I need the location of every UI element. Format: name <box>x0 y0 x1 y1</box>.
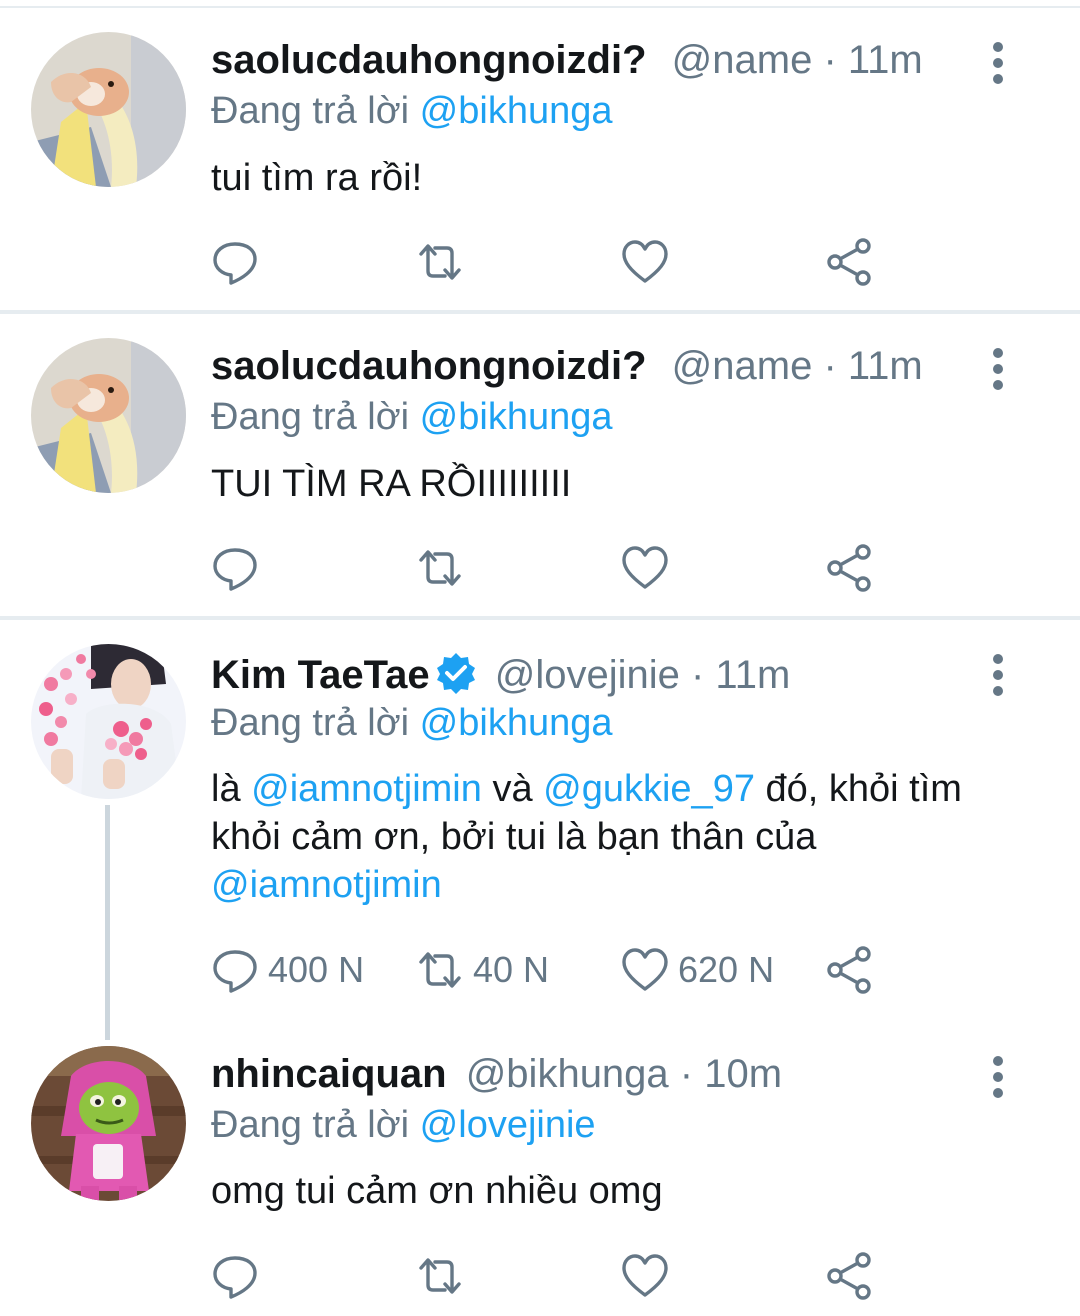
replying-to-line: Đang trả lời @bikhunga <box>211 392 613 442</box>
person-hearts-avatar[interactable] <box>31 644 186 799</box>
hamster-banana-avatar[interactable] <box>31 32 186 187</box>
display-name[interactable]: Kim TaeTae <box>211 653 430 697</box>
reply-icon <box>210 1251 260 1301</box>
share-button[interactable] <box>825 1248 875 1304</box>
like-icon <box>620 237 670 287</box>
user-handle[interactable]: @name <box>672 344 813 388</box>
reply-mention-link[interactable]: @lovejinie <box>420 1104 596 1146</box>
display-name[interactable]: saolucdauhongnoizdi? <box>211 38 647 82</box>
share-icon <box>825 543 875 593</box>
like-button[interactable]: 620 N <box>620 942 774 998</box>
more-options-icon[interactable] <box>986 42 1010 86</box>
timestamp[interactable]: 11m <box>848 38 923 82</box>
like-button[interactable] <box>620 540 670 596</box>
retweet-icon <box>415 1251 465 1301</box>
retweet-button[interactable] <box>415 540 465 596</box>
text-segment: và <box>481 768 544 810</box>
green-frog-pink-hood-avatar[interactable] <box>31 1046 186 1201</box>
replying-prefix: Đang trả lời <box>211 90 410 132</box>
mention-link-iamnotjimin[interactable]: @iamnotjimin <box>251 768 482 810</box>
reply-icon <box>210 543 260 593</box>
tweet-header: Kim TaeTae @lovejinie · 11m <box>211 650 790 700</box>
replying-to-line: Đang trả lời @bikhunga <box>211 698 613 748</box>
action-bar <box>210 234 890 290</box>
replying-to-line: Đang trả lời @bikhunga <box>211 86 613 136</box>
reply-mention-link[interactable]: @bikhunga <box>420 396 613 438</box>
tweet-text: TUI TÌM RA RỒIIIIIIIII <box>211 463 572 505</box>
replying-prefix: Đang trả lời <box>211 1104 410 1146</box>
more-options-icon[interactable] <box>986 1056 1010 1100</box>
like-icon <box>620 1251 670 1301</box>
separator-dot: · <box>679 1052 705 1096</box>
retweet-button[interactable]: 40 N <box>415 942 549 998</box>
tweet-text: omg tui cảm ơn nhiều omg <box>211 1170 663 1212</box>
share-icon <box>825 237 875 287</box>
user-handle[interactable]: @bikhunga <box>466 1052 669 1096</box>
tweet-2[interactable]: saolucdauhongnoizdi? @name · 11m Đang tr… <box>0 314 1080 616</box>
display-name[interactable]: nhincaiquan <box>211 1052 447 1096</box>
retweet-count: 40 N <box>473 949 550 990</box>
action-bar <box>210 1248 890 1304</box>
reply-icon <box>210 237 260 287</box>
action-bar <box>210 540 890 596</box>
like-icon <box>620 543 670 593</box>
share-button[interactable] <box>825 234 875 290</box>
retweet-icon <box>415 543 465 593</box>
replying-prefix: Đang trả lời <box>211 702 410 744</box>
tweet-header: saolucdauhongnoizdi? @name · 11m <box>211 35 923 85</box>
display-name[interactable]: saolucdauhongnoizdi? <box>211 344 647 388</box>
share-icon <box>825 945 875 995</box>
reply-count: 400 N <box>268 949 365 990</box>
verified-badge-icon <box>436 653 475 695</box>
tweet-text: là @iamnotjimin và @gukkie_97 đó, khỏi t… <box>211 765 971 909</box>
tweet-4[interactable]: nhincaiquan @bikhunga · 10m Đang trả lời… <box>0 1025 1080 1316</box>
user-handle[interactable]: @lovejinie <box>495 653 680 697</box>
reply-button[interactable] <box>210 234 260 290</box>
tweet-header: saolucdauhongnoizdi? @name · 11m <box>211 341 923 391</box>
retweet-icon <box>415 237 465 287</box>
retweet-button[interactable] <box>415 1248 465 1304</box>
tweet-text: tui tìm ra rồi! <box>211 157 423 199</box>
like-icon <box>620 945 670 995</box>
timestamp[interactable]: 10m <box>704 1052 782 1096</box>
thread-connector-line <box>105 805 110 1040</box>
hamster-banana-avatar[interactable] <box>31 338 186 493</box>
text-segment: là <box>211 768 252 810</box>
reply-button[interactable] <box>210 540 260 596</box>
timestamp[interactable]: 11m <box>848 344 923 388</box>
replying-to-line: Đang trả lời @lovejinie <box>211 1100 596 1150</box>
tweet-header: nhincaiquan @bikhunga · 10m <box>211 1049 782 1099</box>
separator-dot: · <box>823 344 848 388</box>
separator-dot: · <box>690 653 716 697</box>
reply-button[interactable]: 400 N <box>210 942 364 998</box>
separator-dot: · <box>823 38 848 82</box>
action-bar: 400 N 40 N 620 N <box>210 942 890 998</box>
like-button[interactable] <box>620 1248 670 1304</box>
reply-icon <box>210 945 260 995</box>
reply-button[interactable] <box>210 1248 260 1304</box>
share-icon <box>825 1251 875 1301</box>
more-options-icon[interactable] <box>986 348 1010 392</box>
timestamp[interactable]: 11m <box>715 653 790 697</box>
mention-link-gukkie[interactable]: @gukkie_97 <box>543 768 755 810</box>
share-button[interactable] <box>825 942 875 998</box>
tweet-3[interactable]: Kim TaeTae @lovejinie · 11m Đang trả lời… <box>0 620 1080 1025</box>
retweet-button[interactable] <box>415 234 465 290</box>
tweet-1[interactable]: saolucdauhongnoizdi? @name · 11m Đang tr… <box>0 0 1080 310</box>
retweet-icon <box>415 945 465 995</box>
more-options-icon[interactable] <box>986 654 1010 698</box>
like-count: 620 N <box>678 949 775 990</box>
replying-prefix: Đang trả lời <box>211 396 410 438</box>
mention-link-iamnotjimin[interactable]: @iamnotjimin <box>211 864 442 906</box>
reply-mention-link[interactable]: @bikhunga <box>420 90 613 132</box>
like-button[interactable] <box>620 234 670 290</box>
user-handle[interactable]: @name <box>672 38 813 82</box>
share-button[interactable] <box>825 540 875 596</box>
reply-mention-link[interactable]: @bikhunga <box>420 702 613 744</box>
